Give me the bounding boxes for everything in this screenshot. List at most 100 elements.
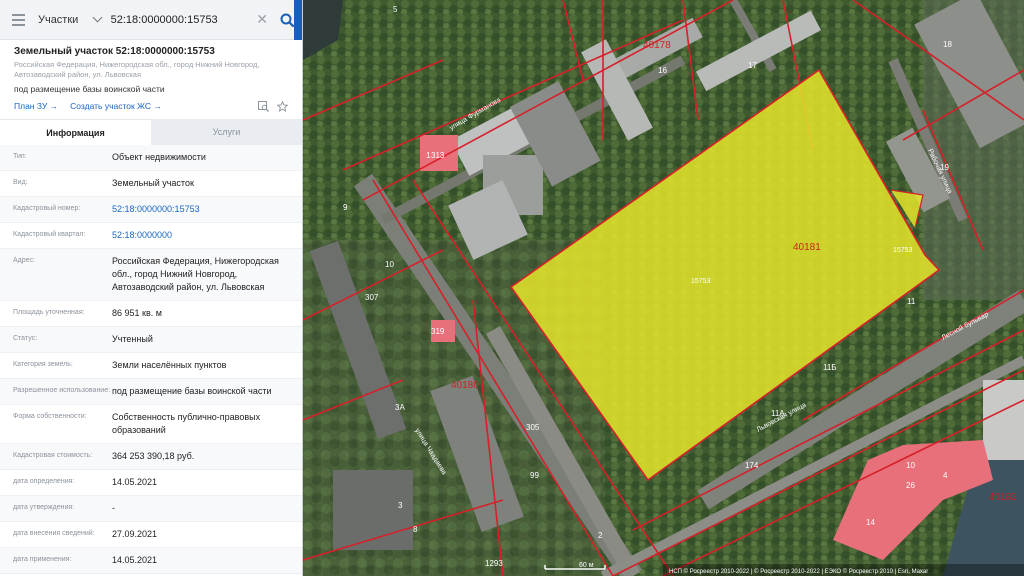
building-number: 14 [866,518,875,527]
attr-label: Площадь уточненная: [13,309,85,316]
cadastral-number-link[interactable]: 52:18:0000000:15753 [112,203,302,216]
building-number: 11Б [823,363,837,372]
info-panel: Участки ✕ Земельный участок 52:18:000000… [0,0,303,576]
attr-label: Категория земель: [13,361,73,368]
building-number: 11 [907,297,916,306]
map-canvas[interactable]: 40181 15753 15753 40178 40180 40182 17 1… [303,0,1024,576]
accent-bar [294,0,302,40]
scale-label: 60 м [579,562,594,569]
menu-icon[interactable] [0,0,38,40]
attr-label: дата определения: [13,478,75,485]
tab-services[interactable]: Услуги [151,119,302,145]
attr-value: под размещение базы воинской части [112,386,272,396]
attr-row: дата внесения сведений: 27.09.2021 [0,522,302,548]
card-address-line1: Российская Федерация, Нижегородская обл.… [14,60,260,69]
search-bar: Участки ✕ [0,0,302,40]
cadastral-quarter-link[interactable]: 52:18:0000000 [112,229,302,242]
attr-row: Площадь уточненная: 86 951 кв. м [0,301,302,327]
attr-row: Категория земель: Земли населённых пункто… [0,353,302,379]
attr-value: Объект недвижимости [112,152,206,162]
cadastral-map[interactable]: 40181 15753 15753 40178 40180 40182 17 1… [303,0,1024,576]
attr-row: Тип: Объект недвижимости [0,145,302,171]
attr-label: дата утверждения: [13,504,75,511]
attr-value: - [112,503,115,513]
building-number: 3А [395,403,405,412]
attr-label: Разрешенное использование: [13,387,111,394]
building-number: 17 [748,61,757,70]
attr-value: Учтенный [112,334,153,344]
attributes-list: Тип: Объект недвижимости Вид: Земельный уч… [0,145,302,574]
attr-label: Кадастровая стоимость: [13,452,93,459]
map-attribution: НСП © Росреестр 2010-2022 | © Росреестр … [669,568,928,575]
building-number: 4 [943,471,948,480]
card-purpose: под размещение базы воинской части [14,84,165,94]
attr-row: Кадастровый квартал: 52:18:0000000 [0,223,302,249]
attr-value: Собственность публично-правовых образова… [112,412,261,435]
building-number: 307 [365,293,379,302]
search-icon [280,13,294,27]
tab-info[interactable]: Информация [0,119,151,145]
quarter-label: 40178 [643,40,671,51]
quarter-label: 40182 [989,492,1017,503]
building [333,470,413,550]
parcel-number-label: 15753 [691,278,711,285]
attr-label: Форма собственности: [13,413,87,420]
attr-row: дата определения: 14.05.2021 [0,470,302,496]
parcel-number-right-label: 15753 [893,247,913,254]
chevron-down-icon [92,12,103,23]
close-icon[interactable]: ✕ [253,0,272,40]
attr-value: 14.05.2021 [112,477,158,487]
layer-select[interactable]: Участки [37,12,105,26]
building-number: 1293 [485,559,503,568]
attr-label: Кадастровый квартал: [13,231,86,238]
building-number: 174 [745,461,759,470]
attr-row: Разрешенное использование: под размещение… [0,379,302,405]
attr-label: Вид: [13,179,28,186]
star-icon[interactable] [277,100,288,112]
attr-row: Кадастровый номер: 52:18:0000000:15753 [0,197,302,223]
zoom-to-object-icon[interactable] [258,100,269,112]
attr-label: Тип: [13,153,27,160]
card-title: Земельный участок 52:18:0000000:15753 [14,46,215,57]
attr-row: Кадастровая стоимость: 364 253 390,18 руб… [0,444,302,470]
attr-value: 86 951 кв. м [112,308,162,318]
create-parcel-link[interactable]: Создать участок ЖС → [70,101,162,111]
attr-value: Российская Федерация, Нижегородская обл.… [112,256,279,292]
building-number: 3 [398,501,403,510]
attr-row: Вид: Земельный участок [0,171,302,197]
quarter-label: 40180 [451,380,479,391]
building-number: 313 [431,151,445,160]
attr-value: 364 253 390,18 руб. [112,451,195,461]
attr-label: дата применения: [13,556,72,563]
search-input[interactable] [104,0,253,40]
plan-link[interactable]: План ЗУ → [14,101,58,111]
building-number: 9 [343,203,348,212]
building-number: 10 [385,260,394,269]
attr-value: 14.05.2021 [112,555,158,565]
attr-row: Статус: Учтенный [0,327,302,353]
attr-row: Форма собственности: Собственность публич… [0,405,302,444]
attr-value: Земли населённых пунктов [112,360,227,370]
card-header: Земельный участок 52:18:0000000:15753 Ро… [0,40,302,113]
attr-label: Кадастровый номер: [13,205,81,212]
building-number: 8 [413,525,418,534]
attr-label: Статус: [13,335,38,342]
building-number: 319 [431,327,445,336]
building-number: 10 [906,461,915,470]
layer-select-value: Участки [37,13,79,26]
building-number: 2 [598,531,603,540]
tabs: Информация Услуги [0,119,302,145]
attr-label: дата внесения сведений: [13,530,95,537]
card-address-line2: Автозаводский район, ул. Львовская [14,70,142,79]
building-number: 5 [393,5,398,14]
attr-row: дата применения: 14.05.2021 [0,548,302,574]
attr-row: Адрес: Российская Федерация, Нижегородска… [0,249,302,301]
attr-value: 27.09.2021 [112,529,158,539]
building-number: 305 [526,423,540,432]
building-number: 18 [943,40,952,49]
building-number: 99 [530,471,539,480]
building-number: 26 [906,481,915,490]
attr-label: Адрес: [13,257,35,264]
building-number: 16 [658,66,667,75]
parcel-quarter-label: 40181 [793,242,821,253]
